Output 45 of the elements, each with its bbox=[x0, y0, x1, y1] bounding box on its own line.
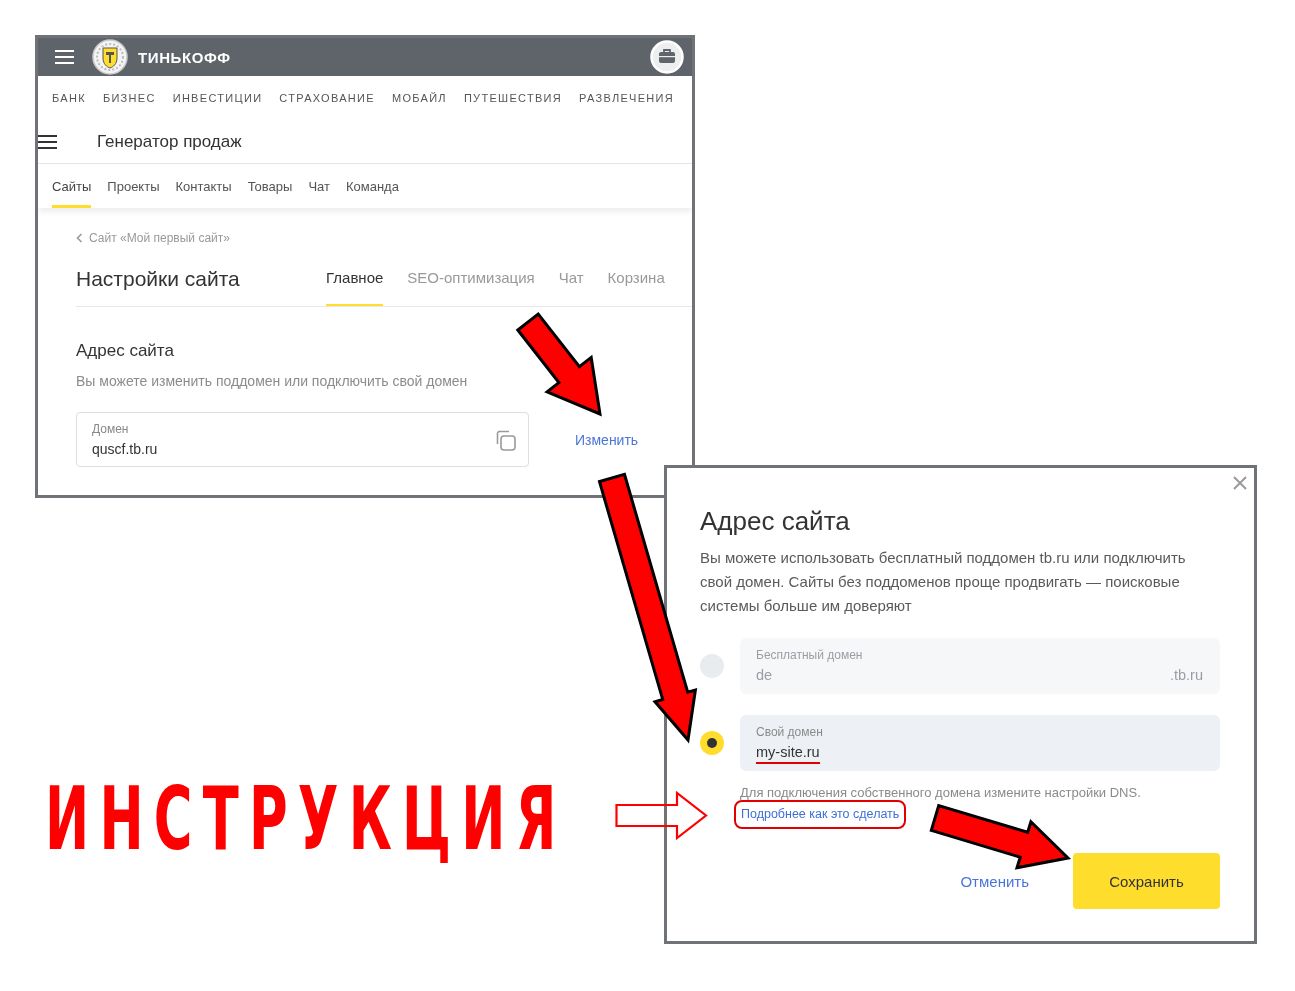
nav-link[interactable]: ПУТЕШЕСТВИЯ bbox=[463, 92, 563, 104]
field-label: Домен bbox=[92, 421, 130, 437]
hint-text: Для подключения собственного домена измените настройки DNS. bbox=[740, 785, 1142, 800]
tab[interactable]: Проекты bbox=[107, 164, 160, 208]
dialog-title: Адрес сайта bbox=[700, 505, 851, 537]
nav-link[interactable]: ИНВЕСТИЦИИ bbox=[172, 92, 263, 104]
field-value: my-site.ru bbox=[756, 742, 820, 762]
domain-field[interactable]: Домен quscf.tb.ru bbox=[76, 412, 529, 467]
menu-icon[interactable] bbox=[38, 134, 57, 149]
copy-icon[interactable] bbox=[494, 428, 516, 451]
shield-emblem-icon bbox=[92, 39, 128, 75]
tab[interactable]: Команда bbox=[345, 164, 399, 208]
nav-link[interactable]: БАНК bbox=[52, 92, 86, 104]
chevron-left-icon[interactable] bbox=[76, 233, 83, 243]
field-label: Свой домен bbox=[756, 724, 824, 740]
dialog-description: Вы можете использовать бесплатный поддомен tb.ru или подключить свой домен. Сайты без поддоменов проще продвигать — поисковые системы больше им доверяют bbox=[700, 548, 1187, 616]
field-label: Бесплатный домен bbox=[756, 647, 864, 663]
cancel-button[interactable]: Отменить bbox=[960, 872, 1029, 890]
domain-suffix: .tb.ru bbox=[1169, 666, 1203, 685]
nav-link[interactable]: СТРАХОВАНИЕ bbox=[279, 92, 375, 104]
app-title: Генератор продаж bbox=[97, 131, 242, 152]
section-title: Адрес сайта bbox=[76, 340, 175, 362]
close-icon[interactable] bbox=[1233, 476, 1247, 490]
nav-link[interactable]: РАЗВЛЕЧЕНИЯ bbox=[579, 92, 675, 104]
field-value: de bbox=[756, 666, 773, 685]
nav-link[interactable]: МОБАЙЛ bbox=[391, 92, 447, 104]
radio-icon[interactable] bbox=[700, 731, 724, 755]
hollow-arrow-icon bbox=[615, 791, 708, 840]
field-value: quscf.tb.ru bbox=[92, 440, 158, 458]
domain-field[interactable]: Свой домен my-site.ru bbox=[740, 715, 1220, 771]
save-button[interactable]: Сохранить bbox=[1073, 853, 1220, 909]
tab[interactable]: Сайты bbox=[52, 164, 92, 208]
nav-link[interactable]: БИЗНЕС bbox=[102, 92, 156, 104]
tab[interactable]: Главное bbox=[326, 269, 384, 306]
tab[interactable]: Контакты bbox=[175, 164, 232, 208]
tab[interactable]: Чат bbox=[308, 164, 330, 208]
help-link[interactable]: Подробнее как это сделать bbox=[741, 807, 900, 822]
headline: ИНСТРУКЦИЯ bbox=[45, 775, 567, 863]
menu-icon[interactable] bbox=[55, 50, 74, 64]
briefcase-icon[interactable] bbox=[650, 40, 684, 74]
section-description: Вы можете изменить поддомен или подключить свой домен bbox=[76, 372, 469, 390]
brand-name: ТИНЬКОФФ bbox=[138, 48, 231, 66]
change-link[interactable]: Изменить bbox=[575, 431, 639, 448]
page-title: Настройки сайта bbox=[76, 266, 241, 292]
tab[interactable]: Товары bbox=[247, 164, 293, 208]
